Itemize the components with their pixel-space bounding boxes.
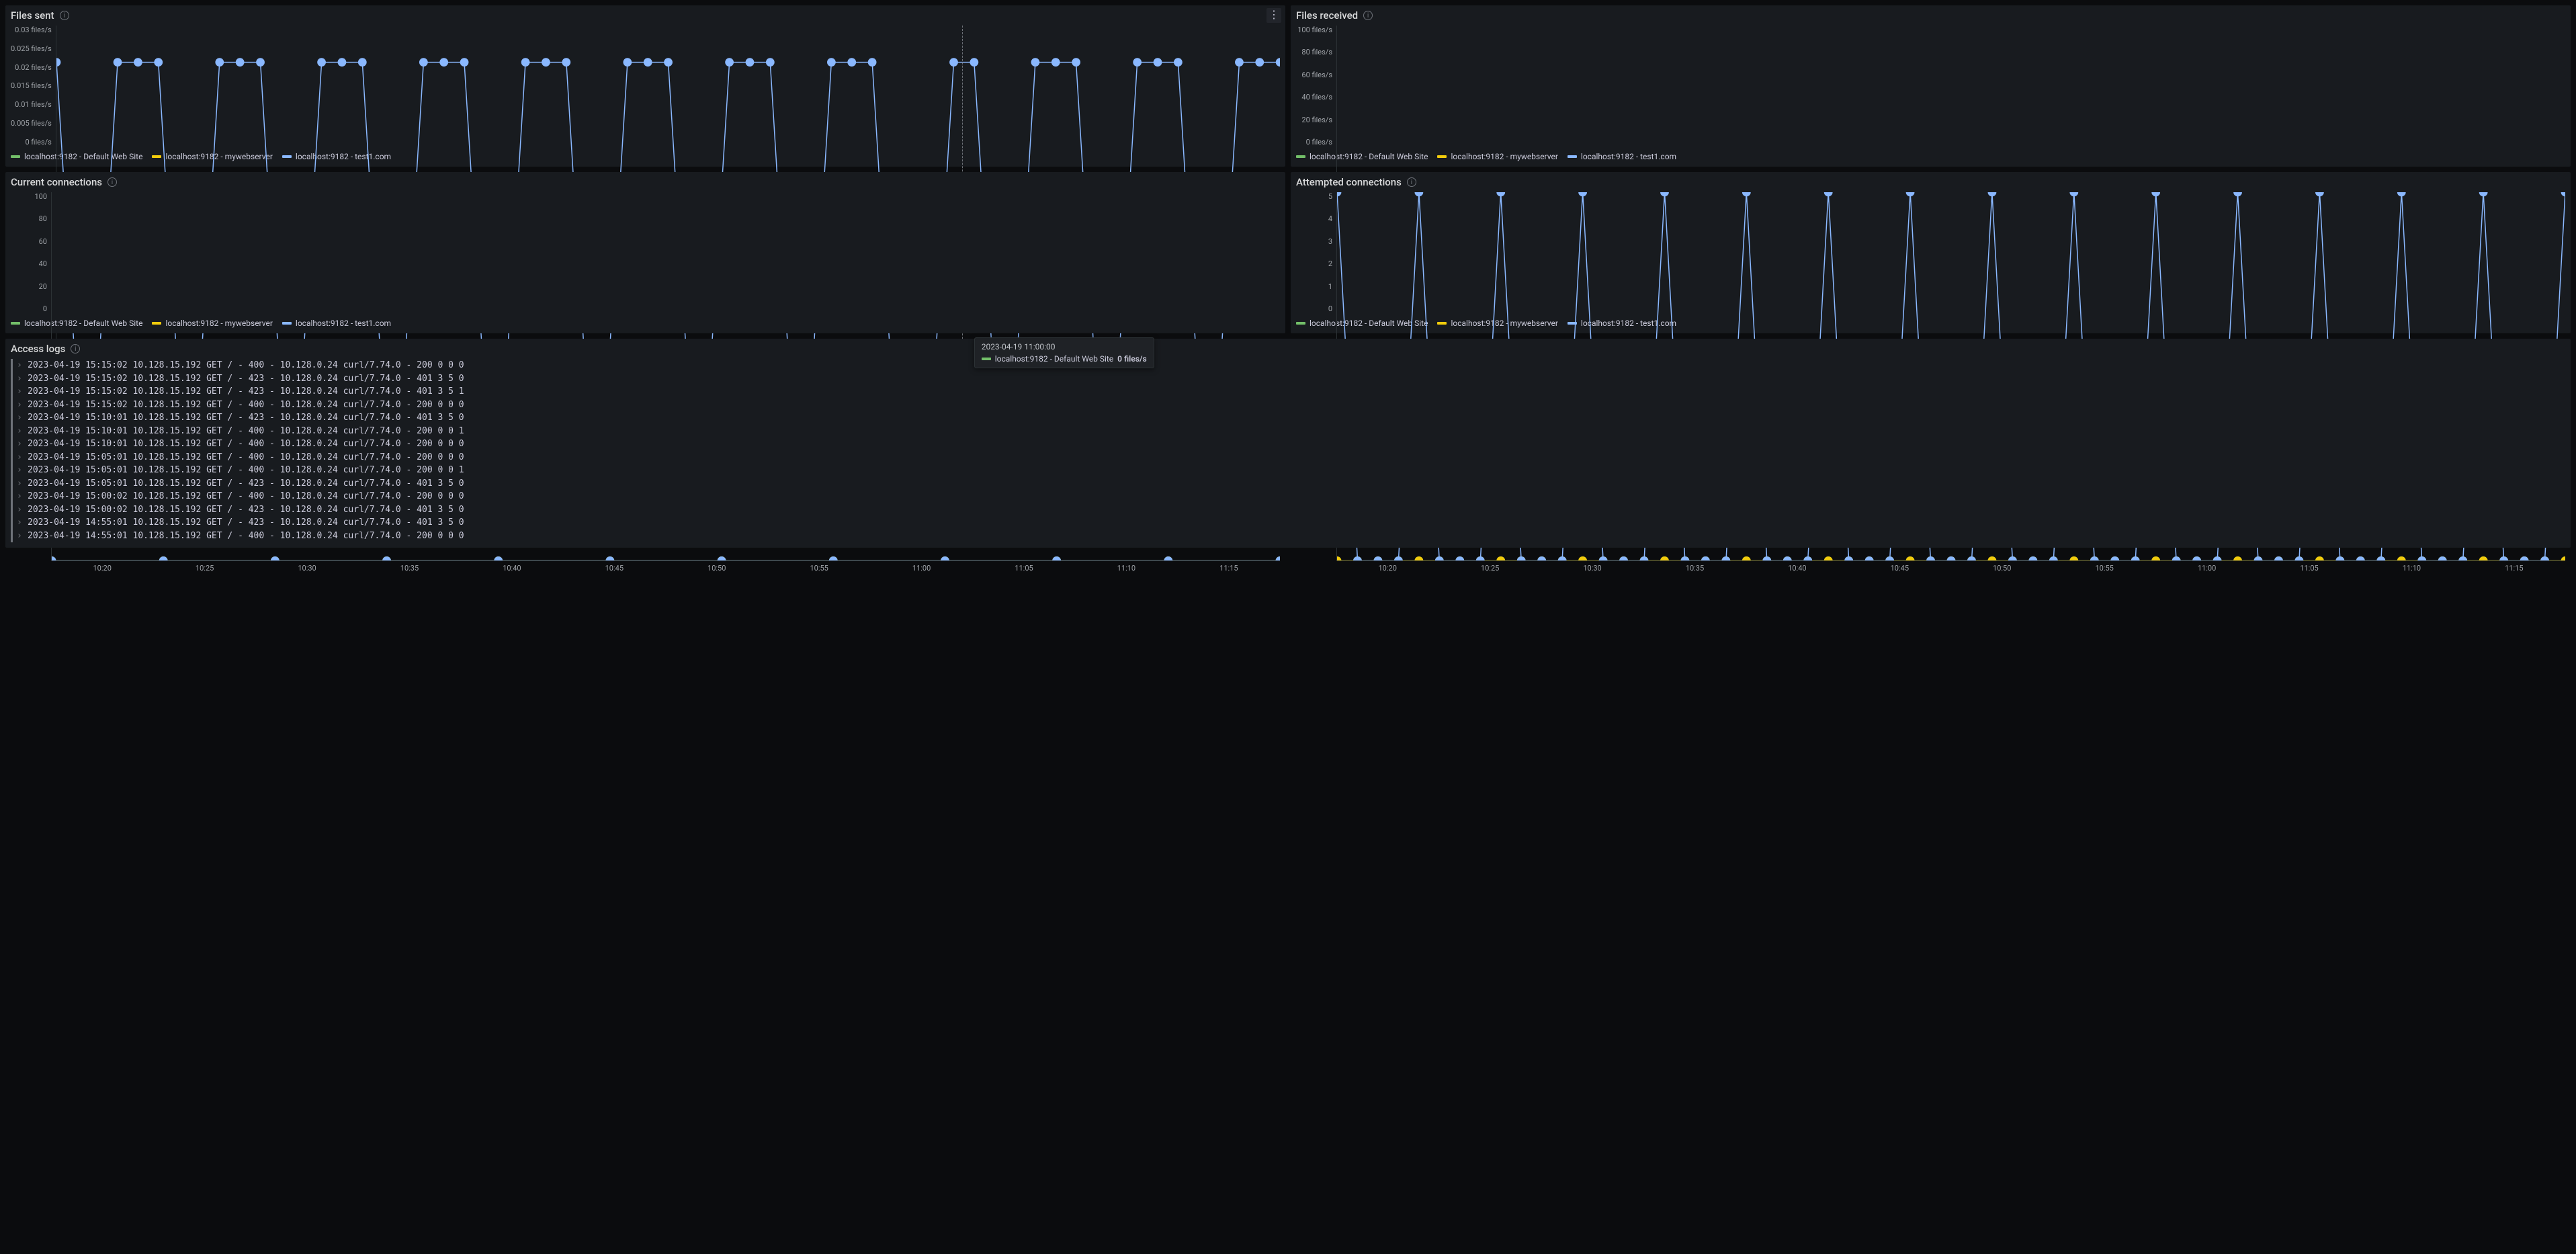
log-text: 2023-04-19 15:10:01 10.128.15.192 GET / … xyxy=(28,411,464,425)
panel-files-received: Files received i 100 files/s80 files/s60… xyxy=(1291,5,2571,167)
panel-current-connections: Current connections i 100806040200 10:20… xyxy=(5,172,1285,333)
log-line: › 2023-04-19 15:05:01 10.128.15.192 GET /… xyxy=(11,477,2565,491)
log-text: 2023-04-19 14:55:01 10.128.15.192 GET / … xyxy=(28,530,464,543)
log-level-bar xyxy=(11,411,13,425)
log-text: 2023-04-19 15:00:02 10.128.15.192 GET / … xyxy=(28,490,464,503)
log-line: › 2023-04-19 15:15:02 10.128.15.192 GET /… xyxy=(11,372,2565,386)
log-text: 2023-04-19 15:10:01 10.128.15.192 GET / … xyxy=(28,437,464,451)
legend-swatch xyxy=(1296,322,1305,325)
y-axis-current-connections: 100806040200 xyxy=(11,192,51,313)
log-level-bar xyxy=(11,477,13,491)
y-axis-files-sent: 0.03 files/s0.025 files/s0.02 files/s0.0… xyxy=(11,26,56,147)
log-level-bar xyxy=(11,372,13,386)
log-text: 2023-04-19 15:15:02 10.128.15.192 GET / … xyxy=(28,359,464,372)
logs-viewer[interactable]: › 2023-04-19 15:15:02 10.128.15.192 GET /… xyxy=(11,359,2565,542)
log-text: 2023-04-19 14:55:01 10.128.15.192 GET / … xyxy=(28,516,464,530)
log-text: 2023-04-19 15:15:02 10.128.15.192 GET / … xyxy=(28,399,464,412)
chevron-right-icon[interactable]: › xyxy=(17,437,24,451)
log-line: › 2023-04-19 15:00:02 10.128.15.192 GET /… xyxy=(11,490,2565,503)
log-level-bar xyxy=(11,490,13,503)
info-icon[interactable]: i xyxy=(108,177,117,187)
info-icon[interactable]: i xyxy=(1363,11,1373,20)
panel-menu-button[interactable]: ⋮ xyxy=(1266,8,1281,23)
info-icon[interactable]: i xyxy=(60,11,69,20)
log-level-bar xyxy=(11,359,13,372)
legend-swatch xyxy=(11,155,20,158)
x-axis-attempted-connections: 10:2010:2510:3010:3510:4010:4510:5010:55… xyxy=(1336,561,2565,573)
y-axis-files-received: 100 files/s80 files/s60 files/s40 files/… xyxy=(1296,26,1336,147)
info-icon[interactable]: i xyxy=(1407,177,1416,187)
log-level-bar xyxy=(11,516,13,530)
log-line: › 2023-04-19 15:05:01 10.128.15.192 GET /… xyxy=(11,464,2565,477)
log-level-bar xyxy=(11,451,13,464)
chevron-right-icon[interactable]: › xyxy=(17,425,24,438)
log-level-bar xyxy=(11,425,13,438)
panel-title: Access logs xyxy=(11,343,65,355)
log-text: 2023-04-19 15:10:01 10.128.15.192 GET / … xyxy=(28,425,464,438)
info-icon[interactable]: i xyxy=(71,344,80,353)
panel-title: Files sent xyxy=(11,9,54,22)
log-text: 2023-04-19 15:00:02 10.128.15.192 GET / … xyxy=(28,503,464,517)
log-text: 2023-04-19 15:05:01 10.128.15.192 GET / … xyxy=(28,451,464,464)
panel-title: Current connections xyxy=(11,176,102,188)
log-line: › 2023-04-19 15:05:01 10.128.15.192 GET /… xyxy=(11,451,2565,464)
log-level-bar xyxy=(11,385,13,399)
chevron-right-icon[interactable]: › xyxy=(17,411,24,425)
log-text: 2023-04-19 15:05:01 10.128.15.192 GET / … xyxy=(28,464,464,477)
chevron-right-icon[interactable]: › xyxy=(17,399,24,412)
panel-title: Attempted connections xyxy=(1296,176,1402,188)
chevron-right-icon[interactable]: › xyxy=(17,490,24,503)
log-level-bar xyxy=(11,503,13,517)
legend-swatch xyxy=(1296,155,1305,158)
panel-files-sent: ⋮ Files sent i 0.03 files/s0.025 files/s… xyxy=(5,5,1285,167)
y-axis-attempted-connections: 543210 xyxy=(1296,192,1336,313)
chevron-right-icon[interactable]: › xyxy=(17,464,24,477)
chevron-right-icon[interactable]: › xyxy=(17,385,24,399)
chevron-right-icon[interactable]: › xyxy=(17,530,24,543)
legend-swatch xyxy=(11,322,20,325)
panel-access-logs: Access logs i › 2023-04-19 15:15:02 10.12… xyxy=(5,339,2571,548)
log-line: › 2023-04-19 15:10:01 10.128.15.192 GET /… xyxy=(11,411,2565,425)
log-text: 2023-04-19 15:15:02 10.128.15.192 GET / … xyxy=(28,372,464,386)
log-text: 2023-04-19 15:15:02 10.128.15.192 GET / … xyxy=(28,385,464,399)
chevron-right-icon[interactable]: › xyxy=(17,372,24,386)
log-line: › 2023-04-19 14:55:01 10.128.15.192 GET /… xyxy=(11,530,2565,543)
log-line: › 2023-04-19 15:00:02 10.128.15.192 GET /… xyxy=(11,503,2565,517)
log-level-bar xyxy=(11,437,13,451)
chevron-right-icon[interactable]: › xyxy=(17,451,24,464)
log-level-bar xyxy=(11,464,13,477)
log-text: 2023-04-19 15:05:01 10.128.15.192 GET / … xyxy=(28,477,464,491)
log-level-bar xyxy=(11,530,13,543)
log-line: › 2023-04-19 15:10:01 10.128.15.192 GET /… xyxy=(11,425,2565,438)
chevron-right-icon[interactable]: › xyxy=(17,503,24,517)
panel-title: Files received xyxy=(1296,9,1358,22)
log-line: › 2023-04-19 14:55:01 10.128.15.192 GET /… xyxy=(11,516,2565,530)
log-line: › 2023-04-19 15:15:02 10.128.15.192 GET /… xyxy=(11,359,2565,372)
log-level-bar xyxy=(11,399,13,412)
chevron-right-icon[interactable]: › xyxy=(17,359,24,372)
log-line: › 2023-04-19 15:10:01 10.128.15.192 GET /… xyxy=(11,437,2565,451)
panel-attempted-connections: Attempted connections i 543210 10:2010:2… xyxy=(1291,172,2571,333)
chevron-right-icon[interactable]: › xyxy=(17,477,24,491)
chevron-right-icon[interactable]: › xyxy=(17,516,24,530)
log-line: › 2023-04-19 15:15:02 10.128.15.192 GET /… xyxy=(11,399,2565,412)
x-axis-current-connections: 10:2010:2510:3010:3510:4010:4510:5010:55… xyxy=(51,561,1280,573)
log-line: › 2023-04-19 15:15:02 10.128.15.192 GET /… xyxy=(11,385,2565,399)
